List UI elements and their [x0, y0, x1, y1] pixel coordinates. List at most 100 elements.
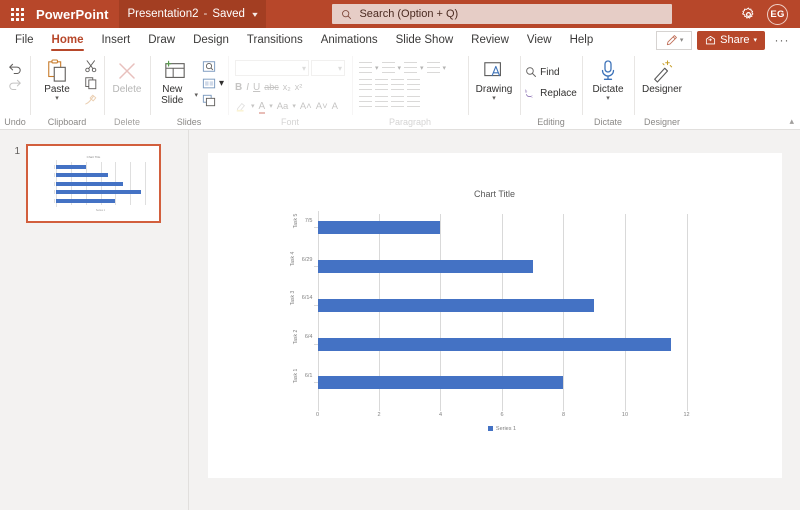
- replace-icon: b c: [525, 87, 537, 99]
- chart-title: Chart Title: [208, 189, 782, 199]
- chart[interactable]: Chart Title Task 5 7/5: [208, 153, 782, 478]
- category-label: Task 3 6/14: [290, 291, 313, 305]
- increase-font-size-button[interactable]: A˄: [300, 101, 312, 112]
- chevron-down-icon[interactable]: ▾: [375, 64, 379, 72]
- chevron-down-icon[interactable]: ▾: [606, 95, 610, 102]
- align-justify-icon[interactable]: [407, 96, 420, 107]
- chevron-down-icon[interactable]: ▾: [398, 64, 402, 72]
- chevron-down-icon[interactable]: ▾: [251, 102, 255, 110]
- tab-animations[interactable]: Animations: [312, 28, 387, 52]
- align-right-icon[interactable]: [391, 96, 404, 107]
- search-input[interactable]: Search (Option + Q): [332, 4, 672, 24]
- save-state-label: Saved: [212, 8, 245, 20]
- redo-icon: [7, 77, 23, 90]
- search-icon: [341, 9, 352, 20]
- ribbon-group-dictate: Dictate ▾ Dictate: [582, 52, 634, 129]
- drawing-button[interactable]: Drawing ▾: [471, 56, 517, 102]
- tab-view[interactable]: View: [518, 28, 561, 52]
- tab-transitions[interactable]: Transitions: [238, 28, 312, 52]
- pen-button[interactable]: ▾: [656, 31, 692, 50]
- delete-x-icon: [116, 58, 138, 84]
- align-center-icon[interactable]: [375, 96, 388, 107]
- chevron-down-icon[interactable]: ▾: [420, 64, 424, 72]
- avatar[interactable]: EG: [767, 4, 788, 25]
- avatar-initials: EG: [770, 9, 784, 20]
- reset-slide-button[interactable]: [200, 58, 226, 74]
- strikethrough-button[interactable]: abc: [264, 82, 279, 92]
- decrease-indent-icon[interactable]: [359, 79, 372, 90]
- x-tick-label: 12: [683, 412, 689, 418]
- slide-canvas[interactable]: Chart Title Task 5 7/5: [208, 153, 782, 478]
- underline-button[interactable]: U: [253, 82, 260, 93]
- share-button[interactable]: Share ▾: [697, 31, 765, 50]
- change-case-button[interactable]: Aa: [277, 101, 289, 112]
- ribbon-group-undo: Undo: [0, 52, 30, 129]
- chevron-down-icon[interactable]: ▾: [194, 92, 198, 99]
- chevron-down-icon[interactable]: ▾: [680, 36, 684, 44]
- text-highlight-icon[interactable]: [235, 101, 247, 112]
- group-label-dictate: Dictate: [582, 115, 634, 129]
- document-title-chip[interactable]: Presentation2 - Saved ▾: [119, 0, 266, 28]
- group-label-drawing: [468, 115, 520, 129]
- ribbon-group-paragraph: ▾ ▾ ▾ ▾ Paragraph: [352, 52, 468, 129]
- chevron-down-icon[interactable]: ▾: [252, 10, 257, 19]
- format-painter-icon: [84, 93, 98, 107]
- font-color-button[interactable]: A: [259, 101, 266, 112]
- tab-insert[interactable]: Insert: [92, 28, 139, 52]
- chevron-down-icon[interactable]: ▾: [219, 78, 224, 89]
- group-label-delete: Delete: [104, 115, 150, 129]
- new-slide-button[interactable]: New Slide ▾: [152, 56, 198, 106]
- paragraph-row-2: [359, 77, 420, 92]
- tab-review[interactable]: Review: [462, 28, 518, 52]
- chevron-up-icon[interactable]: ▴: [789, 116, 794, 127]
- increase-indent-icon[interactable]: [375, 79, 388, 90]
- app-launcher-icon[interactable]: [0, 0, 34, 28]
- line-spacing-icon[interactable]: [404, 62, 417, 73]
- dictate-button[interactable]: Dictate ▾: [585, 56, 631, 102]
- thumbnail-chart-preview: Chart Title Series 1: [28, 146, 159, 221]
- svg-text:c: c: [531, 94, 533, 99]
- gridline: [687, 214, 688, 408]
- subscript-button[interactable]: x₂: [283, 82, 291, 92]
- drawing-label: Drawing: [476, 84, 513, 95]
- italic-button[interactable]: I: [246, 82, 249, 93]
- chevron-down-icon[interactable]: ▾: [492, 95, 496, 102]
- tab-home[interactable]: Home: [43, 28, 93, 52]
- chart-bar-row: Task 4 6/29: [318, 260, 687, 273]
- tab-draw[interactable]: Draw: [139, 28, 184, 52]
- chevron-down-icon[interactable]: ▾: [55, 95, 59, 102]
- layout-button[interactable]: ▾: [200, 75, 226, 91]
- designer-button[interactable]: Designer: [639, 56, 685, 95]
- chevron-down-icon[interactable]: ▾: [443, 64, 447, 72]
- chevron-down-icon[interactable]: ▾: [269, 102, 273, 110]
- undo-icon[interactable]: [7, 61, 23, 74]
- columns-icon[interactable]: [427, 62, 440, 73]
- section-icon: [202, 94, 216, 107]
- tab-file[interactable]: File: [6, 28, 43, 52]
- tab-design[interactable]: Design: [184, 28, 238, 52]
- find-button[interactable]: Find: [523, 64, 561, 80]
- more-options-button[interactable]: ···: [770, 31, 794, 50]
- font-size-input[interactable]: ▾: [311, 60, 345, 76]
- tab-help[interactable]: Help: [561, 28, 603, 52]
- slide-thumbnail-1[interactable]: Chart Title Series 1: [26, 144, 161, 223]
- gear-icon[interactable]: [739, 5, 757, 23]
- ltr-icon[interactable]: [391, 79, 404, 90]
- x-tick-label: 10: [622, 412, 628, 418]
- find-label: Find: [540, 67, 559, 78]
- chevron-down-icon[interactable]: ▾: [292, 102, 296, 110]
- align-left-icon[interactable]: [359, 96, 372, 107]
- chevron-down-icon[interactable]: ▾: [753, 36, 757, 44]
- section-button[interactable]: [200, 92, 226, 108]
- paste-button[interactable]: Paste ▾: [34, 56, 80, 102]
- clear-formatting-button[interactable]: A: [332, 101, 338, 112]
- numbering-icon[interactable]: [382, 62, 395, 73]
- rtl-icon[interactable]: [407, 79, 420, 90]
- tab-slide-show[interactable]: Slide Show: [387, 28, 463, 52]
- superscript-button[interactable]: x²: [295, 82, 303, 92]
- replace-button[interactable]: b c Replace: [523, 85, 579, 101]
- bold-button[interactable]: B: [235, 82, 242, 93]
- decrease-font-size-button[interactable]: A˅: [316, 101, 328, 112]
- bullets-icon[interactable]: [359, 62, 372, 73]
- font-name-input[interactable]: ▾: [235, 60, 309, 76]
